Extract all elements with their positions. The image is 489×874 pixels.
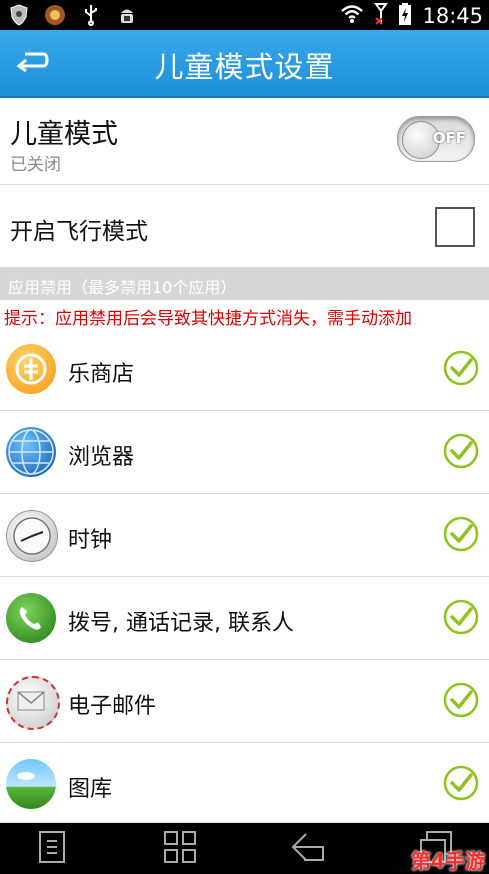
- airplane-mode-row[interactable]: 开启飞行模式: [0, 185, 489, 268]
- airplane-mode-checkbox[interactable]: [435, 207, 475, 247]
- android-debug-icon: [116, 4, 138, 26]
- home-button[interactable]: [140, 823, 220, 874]
- kids-mode-row[interactable]: 儿童模式 已关闭 OFF: [0, 98, 489, 185]
- app-allowed-check-icon[interactable]: [443, 599, 479, 639]
- app-name: 浏览器: [68, 445, 135, 470]
- title-bar: 儿童模式设置: [0, 30, 489, 98]
- airplane-mode-label: 开启飞行模式: [10, 219, 148, 245]
- menu-button[interactable]: [12, 823, 92, 874]
- globe-icon: [6, 427, 56, 477]
- app-row-phone[interactable]: 拨号, 通话记录, 联系人: [0, 577, 489, 660]
- app-allowed-check-icon[interactable]: [443, 765, 479, 805]
- clock-icon: [6, 510, 58, 562]
- app-name: 乐商店: [68, 362, 135, 387]
- app-row-clock[interactable]: 时钟: [0, 494, 489, 577]
- app-row-email[interactable]: 电子邮件: [0, 660, 489, 743]
- app-notification-icon: [44, 4, 66, 26]
- app-allowed-check-icon[interactable]: [443, 350, 479, 390]
- kids-mode-label: 儿童模式: [10, 119, 118, 150]
- usb-icon: [80, 4, 102, 26]
- wifi-icon: [340, 4, 364, 28]
- store-icon: [6, 344, 56, 394]
- back-nav-button[interactable]: [268, 823, 348, 874]
- app-name: 时钟: [68, 528, 113, 553]
- app-allowed-check-icon[interactable]: [443, 516, 479, 556]
- status-bar: 18:45: [0, 0, 489, 30]
- app-allowed-check-icon[interactable]: [443, 682, 479, 722]
- app-disable-section-header: 应用禁用（最多禁用10个应用）: [0, 268, 489, 300]
- section-title: 应用禁用（最多禁用10个应用）: [8, 278, 237, 297]
- toggle-state-text: OFF: [432, 129, 466, 147]
- kids-mode-toggle[interactable]: OFF: [397, 116, 475, 162]
- email-icon: [6, 676, 60, 730]
- app-name: 拨号, 通话记录, 联系人: [68, 611, 294, 636]
- battery-charging-icon: [398, 2, 412, 30]
- security-shield-icon: [8, 4, 30, 26]
- app-name: 图库: [68, 777, 113, 802]
- app-row-store[interactable]: 乐商店: [0, 328, 489, 411]
- app-row-gallery[interactable]: 图库: [0, 743, 489, 823]
- menu-icon: [38, 830, 66, 868]
- app-name: 电子邮件: [68, 694, 157, 719]
- watermark-logo: 第4手游: [411, 849, 485, 873]
- home-grid-icon: [163, 830, 197, 868]
- no-signal-icon: [374, 2, 389, 30]
- kids-mode-status: 已关闭: [10, 155, 61, 175]
- app-allowed-check-icon[interactable]: [443, 433, 479, 473]
- phone-icon: [6, 593, 56, 643]
- back-nav-icon: [290, 830, 326, 868]
- page-title: 儿童模式设置: [154, 50, 335, 84]
- hint-text: 提示：应用禁用后会导致其快捷方式消失，需手动添加: [4, 309, 412, 329]
- status-time: 18:45: [422, 4, 483, 28]
- gallery-icon: [6, 759, 56, 809]
- app-row-browser[interactable]: 浏览器: [0, 411, 489, 494]
